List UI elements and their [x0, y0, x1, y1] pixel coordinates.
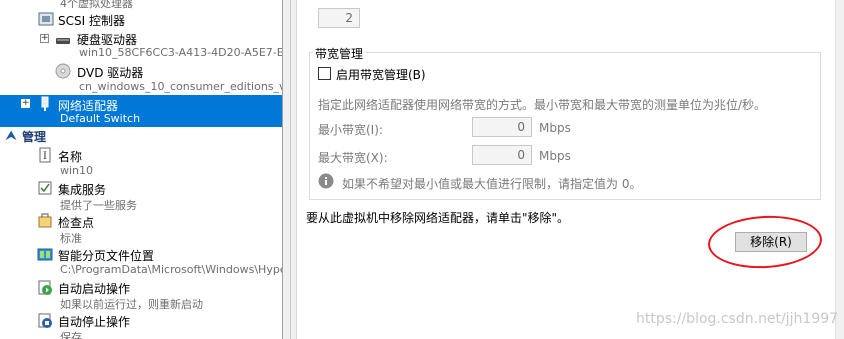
checkpoints-sub: 标准	[60, 232, 82, 245]
auto-stop-label: 自动停止操作	[58, 315, 131, 329]
smart-paging-icon	[37, 246, 53, 262]
name-label: 名称	[58, 150, 83, 164]
min-bandwidth-label: 最小带宽(I):	[318, 123, 383, 137]
enable-bandwidth-label[interactable]: 启用带宽管理(B)	[336, 66, 426, 83]
expand-icon[interactable]: +	[40, 34, 49, 43]
scsi-label: SCSI 控制器	[58, 14, 125, 28]
svg-text:I: I	[43, 151, 47, 162]
hard-drive-icon	[55, 33, 71, 49]
integration-services-sub: 提供了一些服务	[60, 199, 137, 212]
hardware-tree: 4个虚拟处理器 SCSI 控制器 + 硬盘驱动器 win10_58CF6CC3-…	[0, 0, 282, 339]
min-bandwidth-unit: Mbps	[539, 121, 571, 135]
auto-start-icon	[37, 279, 53, 295]
tree-item-auto-start[interactable]: 自动启动操作 如果以前运行过，则重新启动	[0, 278, 282, 311]
name-icon: I	[37, 147, 53, 163]
scsi-controller-icon	[38, 11, 54, 27]
remove-instruction: 要从此虚拟机中移除网络适配器，请单击"移除"。	[306, 211, 570, 225]
max-bandwidth-label: 最大带宽(X):	[318, 151, 388, 165]
network-adapter-icon	[37, 96, 53, 112]
max-bandwidth-input[interactable]: 0	[472, 145, 532, 165]
dvd-label: DVD 驱动器	[77, 66, 144, 80]
hard-drive-sub: win10_58CF6CC3-A413-4D20-A5E7-E...	[79, 46, 282, 59]
network-adapter-sub: Default Switch	[60, 112, 141, 125]
auto-start-sub: 如果以前运行过，则重新启动	[60, 298, 203, 311]
auto-stop-icon	[37, 312, 53, 328]
tree-item-scsi[interactable]: SCSI 控制器	[0, 10, 282, 28]
vlan-id-input[interactable]: 2	[318, 8, 360, 28]
vertical-scrollbar[interactable]	[835, 0, 844, 339]
min-bandwidth-input[interactable]: 0	[472, 117, 532, 137]
bandwidth-group-title: 带宽管理	[313, 45, 366, 62]
tree-item-hard-drive[interactable]: + 硬盘驱动器 win10_58CF6CC3-A413-4D20-A5E7-E.…	[0, 30, 282, 60]
tree-item-name[interactable]: I 名称 win10	[0, 146, 282, 178]
pane-divider[interactable]	[282, 0, 283, 339]
dvd-sub: cn_windows_10_consumer_editions_v...	[79, 80, 282, 93]
tree-item-auto-stop[interactable]: 自动停止操作 保存	[0, 311, 282, 339]
name-sub: win10	[60, 164, 94, 177]
bandwidth-description: 指定此网络适配器使用网络带宽的方式。最小带宽和最大带宽的测量单位为兆位/秒。	[318, 98, 767, 112]
tree-item-smart-paging[interactable]: 智能分页文件位置 C:\ProgramData\Microsoft\Window…	[0, 245, 282, 277]
tree-item-integration-services[interactable]: 集成服务 提供了一些服务	[0, 179, 282, 212]
integration-services-label: 集成服务	[58, 183, 107, 197]
auto-start-label: 自动启动操作	[58, 282, 131, 296]
bandwidth-hint: 如果不希望对最小值或最大值进行限制，请指定值为 0。	[342, 177, 642, 191]
auto-stop-sub: 保存	[60, 331, 82, 339]
info-icon	[318, 173, 334, 189]
tree-item-checkpoints[interactable]: 检查点 标准	[0, 212, 282, 245]
tree-item-dvd-drive[interactable]: DVD 驱动器 cn_windows_10_consumer_editions_…	[0, 62, 282, 94]
checkpoints-label: 检查点	[58, 216, 95, 230]
max-bandwidth-unit: Mbps	[539, 149, 571, 163]
section-management[interactable]: ⮝ 管理	[0, 128, 282, 144]
dvd-disc-icon	[55, 63, 71, 79]
watermark-text: https://blog.csdn.net/jjh1997	[636, 311, 839, 327]
smart-paging-label: 智能分页文件位置	[58, 249, 155, 263]
collapse-icon[interactable]: ⮝	[6, 128, 16, 143]
details-border	[290, 0, 291, 339]
checkpoint-icon	[37, 213, 53, 229]
integration-services-icon	[37, 180, 53, 196]
enable-bandwidth-checkbox[interactable]	[318, 67, 331, 80]
smart-paging-sub: C:\ProgramData\Microsoft\Windows\Hyper-V	[60, 263, 282, 276]
tree-item-network-adapter[interactable]: + 网络适配器 Default Switch	[0, 95, 282, 127]
expand-icon[interactable]: +	[21, 99, 30, 108]
section-management-label: 管理	[22, 130, 47, 144]
